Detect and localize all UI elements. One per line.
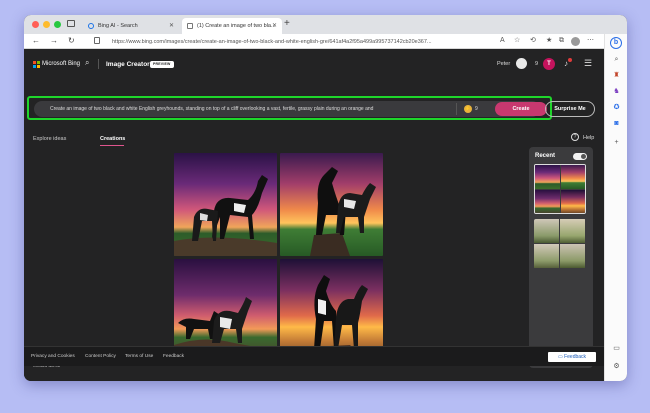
site-header: Microsoft Bing ⌕ Image Creator PREVIEW P… xyxy=(24,49,604,79)
collections-icon[interactable]: ⧉ xyxy=(559,36,564,46)
divider xyxy=(456,103,457,115)
recent-label: Recent xyxy=(535,153,556,159)
boost-icon: ⚡ xyxy=(464,105,472,113)
close-tab-icon[interactable]: ✕ xyxy=(272,22,277,29)
user-name[interactable]: Peter xyxy=(497,61,510,68)
forward-icon[interactable]: → xyxy=(50,36,58,46)
tab-image-creator[interactable]: (1) Create an image of two bla... ✕ xyxy=(182,18,282,34)
hamburger-menu-icon[interactable]: ☰ xyxy=(584,58,592,68)
thumbnail xyxy=(561,190,585,213)
page-info-icon[interactable] xyxy=(94,37,100,44)
close-tab-icon[interactable]: ✕ xyxy=(169,22,174,29)
footer-link-privacy[interactable]: Privacy and Cookies xyxy=(31,353,75,360)
active-tab-indicator xyxy=(100,145,124,146)
outlook-icon[interactable]: ◙ xyxy=(612,119,621,128)
brand-name[interactable]: Microsoft Bing xyxy=(42,60,80,69)
divider xyxy=(98,59,99,69)
search-icon[interactable]: ⌕ xyxy=(85,58,89,68)
boost-count: 9 xyxy=(475,106,478,112)
recent-toggle[interactable] xyxy=(573,153,587,160)
image-creator-page: Microsoft Bing ⌕ Image Creator PREVIEW P… xyxy=(24,49,604,381)
create-label: Create xyxy=(512,106,530,112)
new-tab-button[interactable]: + xyxy=(284,17,290,31)
thumbnail xyxy=(561,165,585,189)
thumbnail xyxy=(535,165,560,189)
toggle-knob xyxy=(581,154,586,159)
surprise-me-button[interactable]: Surprise Me xyxy=(545,101,595,117)
recent-thumbnail-set-1[interactable] xyxy=(534,164,586,214)
favorites-icon[interactable]: ★ xyxy=(546,36,552,46)
edge-sidebar: b ⌕ ♜ ♞ ✪ ◙ + ▭ ⚙ xyxy=(604,34,627,381)
address-bar: ← → ↻ https://www.bing.com/images/create… xyxy=(24,34,627,49)
create-button[interactable]: Create xyxy=(495,102,547,116)
search-icon xyxy=(88,23,94,29)
refresh-icon[interactable]: ↻ xyxy=(68,36,75,46)
tab-creations[interactable]: Creations xyxy=(100,135,125,143)
footer-link-terms[interactable]: Terms of Use xyxy=(125,353,153,360)
extensions-icon[interactable]: ⟲ xyxy=(530,36,536,46)
page-icon xyxy=(187,23,193,29)
thumbnail xyxy=(534,219,559,243)
recent-panel: Recent xyxy=(529,147,593,368)
tab-actions-icon[interactable] xyxy=(67,20,75,27)
generated-image-1[interactable] xyxy=(174,153,277,256)
generated-image-2[interactable] xyxy=(280,153,383,256)
tab-explore-ideas[interactable]: Explore ideas xyxy=(33,135,66,143)
sidebar-layout-icon[interactable]: ▭ xyxy=(612,344,621,353)
help-icon[interactable]: ? xyxy=(571,133,579,141)
profile-avatar[interactable] xyxy=(571,37,580,46)
url-field[interactable]: https://www.bing.com/images/create/creat… xyxy=(112,37,504,47)
thumbnail xyxy=(560,219,585,243)
notification-badge xyxy=(568,58,572,62)
feedback-button[interactable]: ▭ Feedback xyxy=(548,352,596,362)
page-footer: Privacy and Cookies Content Policy Terms… xyxy=(24,346,604,366)
footer-link-content-policy[interactable]: Content Policy xyxy=(85,353,116,360)
tab-bing-ai-search[interactable]: Bing AI - Search ✕ xyxy=(83,18,179,34)
add-icon[interactable]: + xyxy=(612,138,621,147)
bing-copilot-icon[interactable]: b xyxy=(610,37,622,49)
thumbnail xyxy=(560,244,585,268)
games-icon[interactable]: ♞ xyxy=(612,87,621,96)
thumbnail xyxy=(535,190,560,213)
user-avatar[interactable] xyxy=(516,58,527,69)
favorites-add-icon[interactable]: ☆ xyxy=(514,36,520,46)
browser-window: Bing AI - Search ✕ (1) Create an image o… xyxy=(24,15,627,381)
search-icon[interactable]: ⌕ xyxy=(612,55,621,64)
close-window-icon[interactable] xyxy=(32,21,39,28)
rewards-icon[interactable]: T xyxy=(543,58,555,70)
rewards-count: 9 xyxy=(535,61,539,67)
help-link[interactable]: Help xyxy=(583,134,594,142)
page-title: Image Creator xyxy=(106,61,150,68)
settings-icon[interactable]: ⚙ xyxy=(612,362,621,371)
thumbnail xyxy=(534,244,559,268)
maximize-window-icon[interactable] xyxy=(54,21,61,28)
read-aloud-icon[interactable]: A xyxy=(500,36,505,46)
recent-thumbnail-set-2[interactable] xyxy=(534,219,586,269)
footer-link-feedback[interactable]: Feedback xyxy=(163,353,184,360)
greyhound-illustration xyxy=(310,167,376,256)
preview-badge: PREVIEW xyxy=(150,61,174,68)
microsoft-logo-icon xyxy=(33,61,40,68)
greyhound-illustration xyxy=(174,175,277,256)
feedback-label: Feedback xyxy=(564,354,587,360)
prompt-input[interactable]: Create an image of two black and white E… xyxy=(50,105,445,113)
minimize-window-icon[interactable] xyxy=(43,21,50,28)
shopping-icon[interactable]: ♜ xyxy=(612,71,621,80)
prompt-bar: Create an image of two black and white E… xyxy=(34,101,547,117)
more-menu-icon[interactable]: ⋯ xyxy=(587,36,594,46)
back-icon[interactable]: ← xyxy=(32,36,40,46)
tab-bar: Bing AI - Search ✕ (1) Create an image o… xyxy=(24,15,627,34)
tools-icon[interactable]: ✪ xyxy=(612,103,621,112)
